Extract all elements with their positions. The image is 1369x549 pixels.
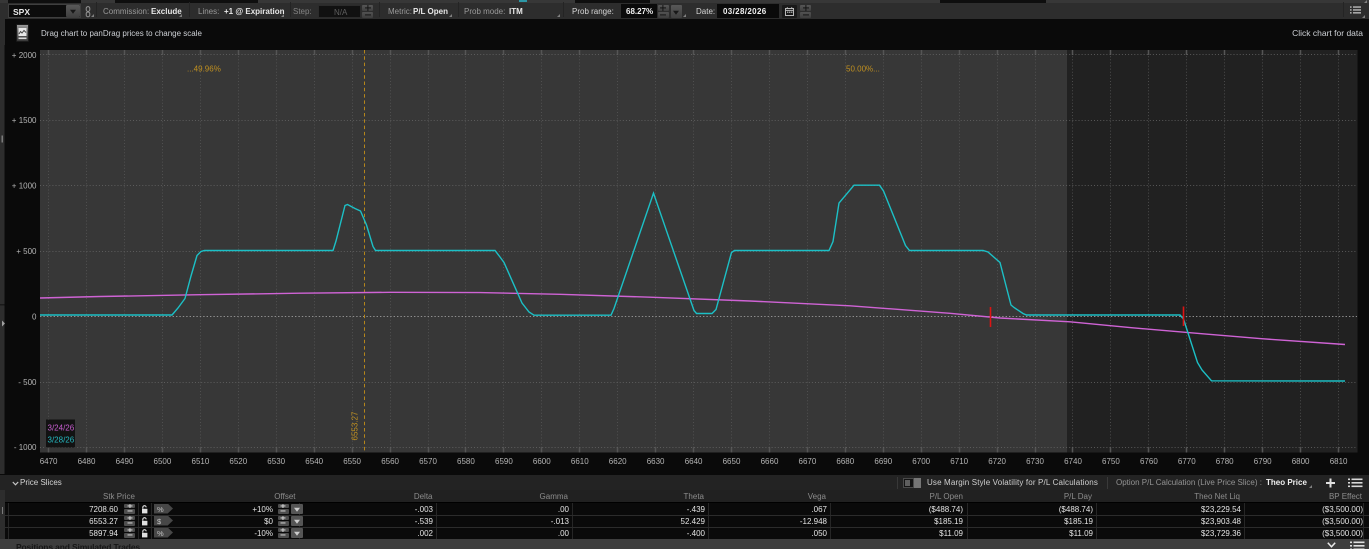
svg-text:6700: 6700: [912, 457, 930, 466]
svg-text:6553.27: 6553.27: [351, 411, 360, 440]
svg-text:6760: 6760: [1140, 457, 1158, 466]
svg-text:6640: 6640: [685, 457, 703, 466]
svg-text:6690: 6690: [874, 457, 892, 466]
svg-text:6590: 6590: [495, 457, 513, 466]
svg-text:6500: 6500: [154, 457, 172, 466]
svg-text:6520: 6520: [229, 457, 247, 466]
svg-text:6490: 6490: [116, 457, 134, 466]
svg-text:0: 0: [32, 312, 37, 321]
svg-text:6710: 6710: [950, 457, 968, 466]
svg-text:50.00%...: 50.00%...: [846, 65, 880, 74]
svg-text:6670: 6670: [799, 457, 817, 466]
svg-text:6650: 6650: [723, 457, 741, 466]
svg-text:6660: 6660: [761, 457, 779, 466]
svg-text:3/28/26: 3/28/26: [48, 436, 75, 445]
svg-text:6610: 6610: [571, 457, 589, 466]
svg-text:6510: 6510: [192, 457, 210, 466]
svg-text:6600: 6600: [533, 457, 551, 466]
svg-text:6770: 6770: [1178, 457, 1196, 466]
svg-text:6550: 6550: [343, 457, 361, 466]
svg-text:6580: 6580: [457, 457, 475, 466]
svg-text:...49.96%: ...49.96%: [187, 65, 221, 74]
svg-text:6480: 6480: [78, 457, 96, 466]
svg-text:6470: 6470: [40, 457, 58, 466]
svg-text:+ 500: + 500: [16, 247, 37, 256]
svg-text:6750: 6750: [1102, 457, 1120, 466]
svg-text:6540: 6540: [305, 457, 323, 466]
svg-text:6530: 6530: [267, 457, 285, 466]
svg-text:6720: 6720: [988, 457, 1006, 466]
svg-text:3/24/26: 3/24/26: [48, 424, 75, 433]
svg-text:6620: 6620: [609, 457, 627, 466]
svg-text:+ 2000: + 2000: [12, 51, 37, 60]
svg-text:6730: 6730: [1026, 457, 1044, 466]
svg-text:6810: 6810: [1330, 457, 1348, 466]
svg-text:6800: 6800: [1292, 457, 1310, 466]
svg-text:+ 1000: + 1000: [12, 182, 37, 191]
svg-text:6680: 6680: [836, 457, 854, 466]
svg-text:6630: 6630: [647, 457, 665, 466]
svg-text:6740: 6740: [1064, 457, 1082, 466]
svg-text:6790: 6790: [1254, 457, 1272, 466]
svg-text:6560: 6560: [381, 457, 399, 466]
svg-text:6780: 6780: [1216, 457, 1234, 466]
svg-text:- 1000: - 1000: [14, 443, 37, 452]
svg-text:6570: 6570: [419, 457, 437, 466]
svg-text:+ 1500: + 1500: [12, 116, 37, 125]
svg-text:- 500: - 500: [18, 378, 37, 387]
